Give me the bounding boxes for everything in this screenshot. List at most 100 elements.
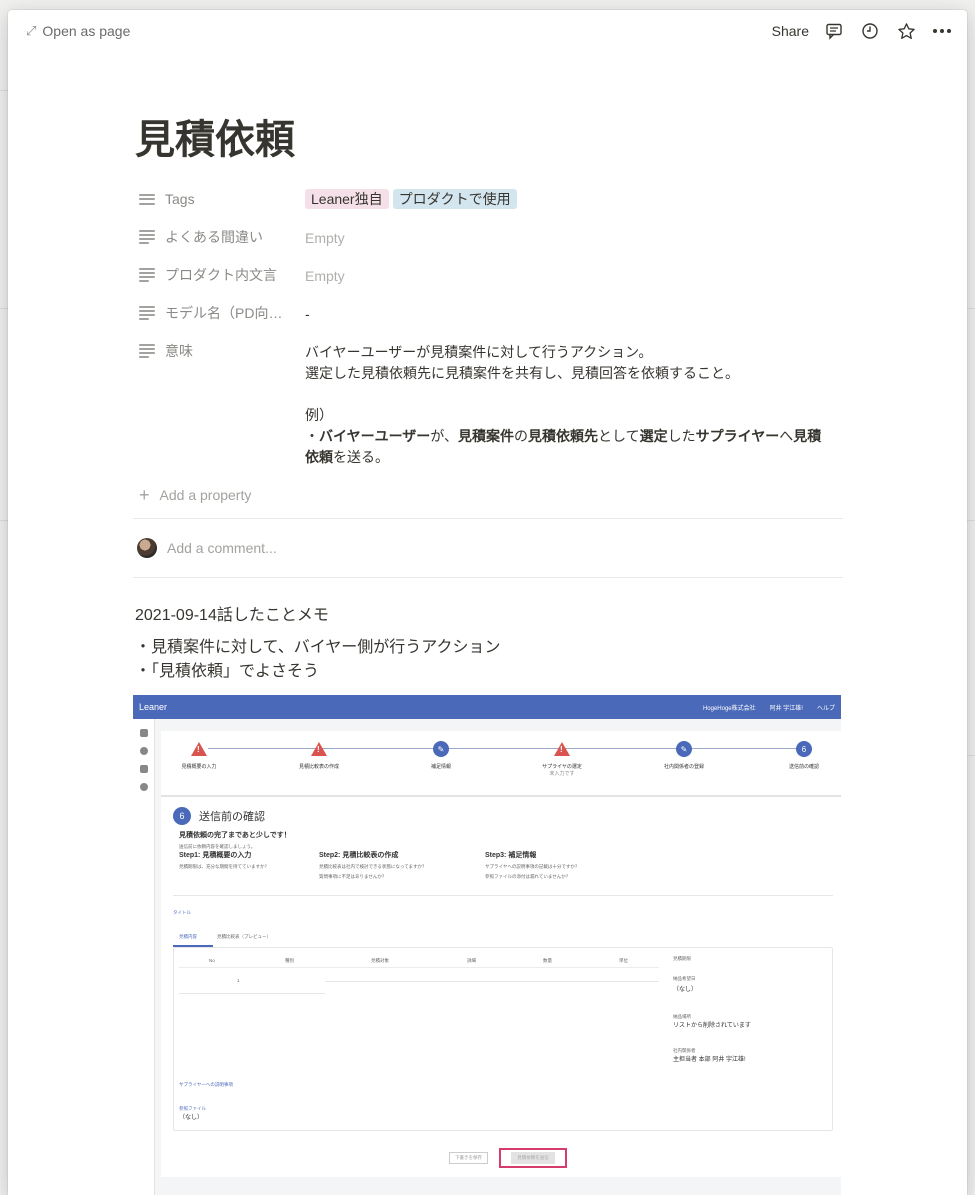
- meaning-line: バイヤーユーザーが見積案件に対して行うアクション。: [305, 344, 653, 360]
- panel-label: 社内関係者: [673, 1048, 696, 1053]
- pin-icon: [139, 747, 148, 755]
- share-button[interactable]: Share: [772, 23, 809, 39]
- text-icon: [139, 268, 155, 282]
- table-header: 詳細: [467, 958, 476, 963]
- pencil-icon: ✎: [676, 741, 692, 757]
- ref-file-label: 参照ファイル: [179, 1106, 206, 1111]
- property-value[interactable]: バイヤーユーザーが見積案件に対して行うアクション。 選定した見積依頼先に見積案件…: [305, 332, 841, 468]
- bg-divider: [0, 90, 8, 91]
- property-name[interactable]: 意味: [135, 332, 305, 370]
- box-icon: [139, 765, 148, 773]
- property-name[interactable]: よくある間違い: [135, 218, 305, 256]
- title-label: タイトル: [173, 910, 191, 915]
- meaning-example-label: 例）: [305, 407, 333, 423]
- lead-subtext: 送信前に依頼内容を確認しましょう。: [179, 844, 256, 849]
- property-list: Tags Leaner独自 プロダクトで使用 よくある間違い Empty プロダク…: [135, 180, 841, 512]
- check-title: Step3: 補足情報: [485, 852, 537, 859]
- clipboard-icon: [139, 729, 148, 737]
- app-sidebar: [133, 719, 155, 1195]
- step-item: 6 送信前の確認: [769, 741, 839, 770]
- text-icon: [139, 344, 155, 358]
- check-line: 参照ファイルの添付は漏れていませんか？: [485, 874, 571, 879]
- table-header-line: [179, 967, 659, 968]
- history-clock-icon[interactable]: [859, 20, 881, 42]
- bg-divider: [0, 308, 8, 309]
- page-peek-modal: ⤢ Open as page Share 見積依頼 Tags Leaner独自 …: [8, 10, 967, 1195]
- property-value[interactable]: Leaner独自 プロダクトで使用: [305, 180, 841, 210]
- table-header: 数量: [543, 958, 552, 963]
- table-row-line: [179, 993, 325, 994]
- body-paragraph[interactable]: ・見積案件に対して、バイヤー側が行うアクション: [135, 636, 841, 660]
- avatar: [137, 538, 157, 558]
- app-header: Leaner HogeHoge株式会社 阿井 宇江雄! ヘルプ: [133, 695, 841, 719]
- panel-label: 見積期限: [673, 956, 691, 961]
- property-name[interactable]: Tags: [135, 180, 305, 218]
- text-icon: [139, 306, 155, 320]
- page-content: 見積依頼 Tags Leaner独自 プロダクトで使用 よくある間違い Empty: [133, 110, 843, 684]
- tag-chip: Leaner独自: [305, 189, 389, 209]
- bg-divider: [967, 755, 975, 756]
- tab-details: 見積内容: [179, 934, 197, 939]
- meaning-line: 選定した見積依頼先に見積案件を共有し、見積回答を依頼すること。: [305, 365, 739, 381]
- panel-value: （なし）: [673, 987, 698, 993]
- property-name[interactable]: モデル名（PD向…: [135, 294, 305, 332]
- add-property-label: Add a property: [159, 487, 252, 503]
- comment-box[interactable]: Add a comment...: [135, 519, 841, 577]
- property-value[interactable]: -: [305, 294, 841, 325]
- property-model-name: モデル名（PD向… -: [135, 294, 841, 332]
- section-title: 6 送信前の確認: [173, 807, 265, 825]
- comment-input[interactable]: Add a comment...: [167, 540, 277, 556]
- user-name: 阿井 宇江雄!: [769, 705, 803, 712]
- send-request-button: 見積依頼を送信: [499, 1148, 567, 1168]
- tag-chip: プロダクトで使用: [392, 189, 517, 209]
- list-icon: [139, 193, 155, 205]
- more-options-icon[interactable]: [931, 20, 953, 42]
- bg-divider: [967, 308, 975, 309]
- property-meaning: 意味 バイヤーユーザーが見積案件に対して行うアクション。 選定した見積依頼先に見…: [135, 332, 841, 468]
- page-title[interactable]: 見積依頼: [135, 110, 841, 170]
- check-line: 見積期限は、充分な期間を持てていますか？: [179, 864, 269, 869]
- plus-icon: +: [139, 485, 150, 505]
- property-tags: Tags Leaner独自 プロダクトで使用: [135, 180, 841, 218]
- property-common-mistakes: よくある間違い Empty: [135, 218, 841, 256]
- tab-preview: 見積比較表（プレビュー）: [217, 934, 271, 939]
- warning-icon: !: [311, 742, 327, 756]
- check-title: Step1: 見積概要の入力: [179, 852, 252, 859]
- body-paragraph[interactable]: ・「見積依頼」でよさそう: [135, 660, 841, 684]
- step-item: ! サプライヤの選定 未入力です: [527, 741, 597, 777]
- comment-icon[interactable]: [823, 20, 845, 42]
- property-value[interactable]: Empty: [305, 256, 841, 287]
- users-icon: [139, 783, 148, 791]
- help-link: ヘルプ: [816, 705, 835, 712]
- supplier-note-label: サプライヤーへの説明事項: [179, 1082, 233, 1087]
- warning-icon: !: [554, 742, 570, 756]
- meaning-example: ・バイヤーユーザーが、見積案件の見積依頼先として選定したサプライヤーへ見積依頼を…: [305, 428, 822, 465]
- divider: [133, 577, 843, 578]
- panel-value: 主担当者 本部 阿井 宇江雄!: [673, 1057, 746, 1063]
- page-body: 2021-09-14話したことメモ ・見積案件に対して、バイヤー側が行うアクショ…: [135, 604, 841, 684]
- bg-divider: [967, 520, 975, 521]
- open-as-page-label: Open as page: [42, 23, 131, 39]
- table-row-line: [325, 981, 659, 982]
- top-actions: Share: [772, 20, 953, 42]
- lead-text: 見積依頼の完了まであと少しです！: [179, 832, 291, 839]
- topbar: ⤢ Open as page Share: [8, 10, 967, 54]
- details-card: [173, 947, 833, 1131]
- body-paragraph[interactable]: 2021-09-14話したことメモ: [135, 604, 841, 628]
- favorite-star-icon[interactable]: [895, 20, 917, 42]
- check-line: 見積比較表は社内で検討できる状態になってますか？: [319, 864, 427, 869]
- step-item: ! 見積比較表の作成: [284, 741, 354, 770]
- add-property-button[interactable]: + Add a property: [135, 478, 841, 512]
- embedded-screenshot: Leaner HogeHoge株式会社 阿井 宇江雄! ヘルプ ! 見積概要の入力…: [133, 695, 841, 1195]
- table-header: 見積対象: [371, 958, 389, 963]
- step-item: ✎ 補足情報: [406, 741, 476, 770]
- text-icon: [139, 230, 155, 244]
- bg-divider: [0, 520, 8, 521]
- property-name[interactable]: プロダクト内文言: [135, 256, 305, 294]
- app-brand: Leaner: [139, 702, 168, 712]
- property-product-wording: プロダクト内文言 Empty: [135, 256, 841, 294]
- warning-icon: !: [191, 742, 207, 756]
- open-as-page-button[interactable]: ⤢ Open as page: [26, 23, 130, 39]
- property-value[interactable]: Empty: [305, 218, 841, 249]
- expand-arrow-icon: ⤢: [26, 23, 37, 38]
